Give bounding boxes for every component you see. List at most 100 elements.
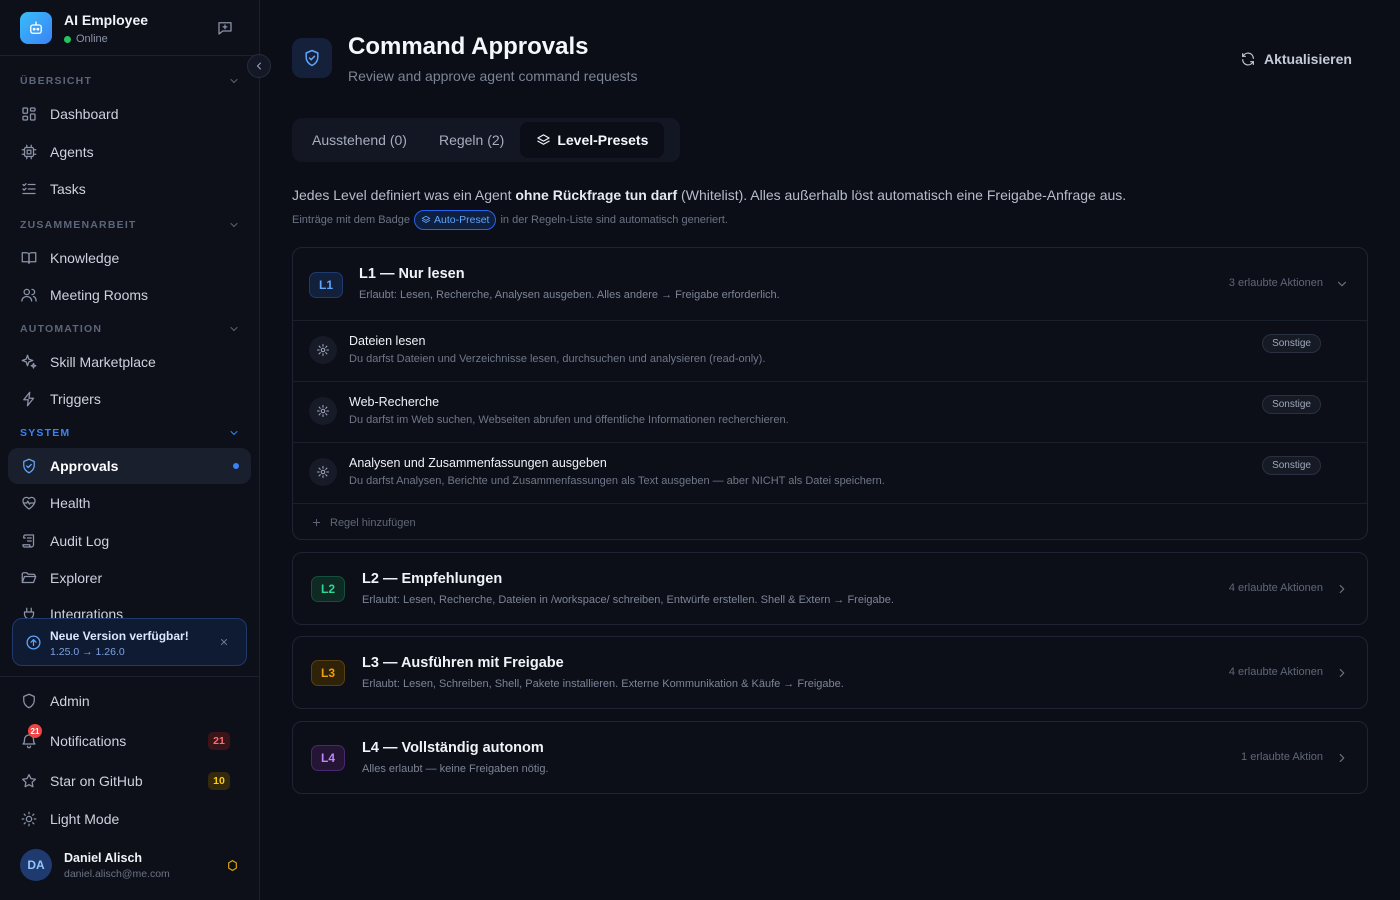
dashboard-icon bbox=[22, 107, 36, 121]
online-dot bbox=[64, 35, 71, 43]
sidebar-item-label: Health bbox=[50, 495, 91, 511]
rule-row[interactable]: Analysen und Zusammenfassungen ausgeben … bbox=[293, 442, 1367, 503]
sidebar-item-label: Meeting Rooms bbox=[50, 287, 149, 303]
book-open-icon bbox=[21, 252, 37, 264]
sidebar-item-explorer[interactable]: Explorer bbox=[8, 560, 251, 596]
rule-row[interactable]: Web-Recherche Du darfst im Web suchen, W… bbox=[293, 381, 1367, 442]
sun-icon bbox=[21, 811, 37, 827]
sidebar-item-approvals[interactable]: Approvals bbox=[8, 448, 251, 484]
chevron-down-icon bbox=[230, 327, 238, 331]
chevron-down-icon bbox=[230, 431, 238, 435]
sidebar-item-label: Tasks bbox=[50, 181, 86, 197]
level-description: Erlaubt: Lesen, Recherche, Analysen ausg… bbox=[359, 289, 780, 301]
theme-toggle[interactable]: Light Mode bbox=[8, 801, 251, 837]
sidebar-item-dashboard[interactable]: Dashboard bbox=[8, 96, 251, 132]
sidebar-item-agents[interactable]: Agents bbox=[8, 134, 251, 170]
level-title: L1 — Nur lesen bbox=[359, 266, 465, 282]
intro-text: Jedes Level definiert was ein Agent ohne… bbox=[292, 187, 1126, 203]
message-plus-icon bbox=[218, 22, 232, 35]
sidebar-item-triggers[interactable]: Triggers bbox=[8, 381, 251, 417]
hint-after: in der Regeln-Liste sind automatisch gen… bbox=[500, 214, 728, 226]
collapse-sidebar-button[interactable] bbox=[247, 54, 271, 78]
level-card-l4[interactable]: L4 L4 — Vollständig autonom Alles erlaub… bbox=[292, 721, 1368, 794]
add-rule-label: Regel hinzufügen bbox=[330, 516, 416, 529]
new-chat-button[interactable] bbox=[216, 19, 234, 37]
auto-preset-hint: Einträge mit dem Badge Auto-Preset in de… bbox=[292, 210, 728, 230]
update-title: Neue Version verfügbar! bbox=[50, 629, 189, 643]
chevron-right-icon bbox=[1339, 584, 1345, 594]
level-card-l1: L1 L1 — Nur lesen Erlaubt: Lesen, Recher… bbox=[292, 247, 1368, 540]
chevron-down-icon bbox=[230, 79, 238, 83]
sidebar-item-audit-log[interactable]: Audit Log bbox=[8, 523, 251, 559]
chevron-down-icon bbox=[1337, 281, 1347, 287]
sidebar-item-notifications[interactable]: 21 Notifications 21 bbox=[8, 723, 251, 759]
rule-title: Dateien lesen bbox=[349, 334, 426, 348]
sidebar-item-label: Star on GitHub bbox=[50, 773, 143, 789]
close-icon[interactable] bbox=[218, 636, 230, 648]
level-header-l2[interactable]: L2 L2 — Empfehlungen Erlaubt: Lesen, Rec… bbox=[293, 553, 1367, 624]
section-overview[interactable]: ÜBERSICHT bbox=[20, 73, 240, 89]
section-automation[interactable]: AUTOMATION bbox=[20, 321, 240, 337]
sidebar-item-tasks[interactable]: Tasks bbox=[8, 171, 251, 207]
status-text: Online bbox=[76, 33, 108, 45]
tab-pending[interactable]: Ausstehend (0) bbox=[296, 122, 423, 158]
chevron-right-icon bbox=[1339, 753, 1345, 763]
sidebar-item-health[interactable]: Health bbox=[8, 485, 251, 521]
sidebar-item-knowledge[interactable]: Knowledge bbox=[8, 240, 251, 276]
sidebar-divider bbox=[0, 676, 259, 677]
update-versions: 1.25.0 → 1.26.0 bbox=[50, 646, 125, 658]
notification-dot-badge: 21 bbox=[28, 724, 42, 738]
app-status: Online bbox=[64, 33, 108, 45]
bot-icon bbox=[20, 12, 52, 44]
sidebar-item-github[interactable]: Star on GitHub 10 bbox=[8, 763, 251, 799]
sidebar-item-label: Light Mode bbox=[50, 811, 120, 827]
rule-category-tag: Sonstige bbox=[1262, 456, 1321, 475]
app-name: AI Employee bbox=[64, 12, 149, 28]
auto-preset-label: Auto-Preset bbox=[434, 214, 490, 226]
section-collab[interactable]: ZUSAMMENARBEIT bbox=[20, 217, 240, 233]
heart-pulse-icon bbox=[22, 496, 36, 510]
refresh-label: Aktualisieren bbox=[1264, 51, 1352, 67]
user-profile[interactable]: DA Daniel Alisch daniel.alisch@me.com bbox=[0, 840, 259, 892]
level-card-l2[interactable]: L2 L2 — Empfehlungen Erlaubt: Lesen, Rec… bbox=[292, 552, 1368, 625]
chevron-left-icon bbox=[257, 62, 261, 70]
gear-icon bbox=[309, 397, 337, 425]
role-shield-icon bbox=[228, 860, 237, 871]
section-automation-label: AUTOMATION bbox=[20, 323, 103, 335]
tab-rules[interactable]: Regeln (2) bbox=[423, 122, 520, 158]
notifications-count-badge: 21 bbox=[208, 732, 230, 750]
level-header-l3[interactable]: L3 L3 — Ausführen mit Freigabe Erlaubt: … bbox=[293, 637, 1367, 708]
level-header-l1[interactable]: L1 L1 — Nur lesen Erlaubt: Lesen, Recher… bbox=[293, 248, 1367, 320]
sidebar-item-label: Notifications bbox=[50, 733, 127, 749]
rule-category-tag: Sonstige bbox=[1262, 395, 1321, 414]
plus-icon bbox=[312, 518, 321, 527]
level-badge: L1 bbox=[309, 272, 343, 298]
rule-description: Du darfst im Web suchen, Webseiten abruf… bbox=[349, 414, 789, 426]
intro-bold: ohne Rückfrage tun darf bbox=[515, 187, 678, 203]
level-action-count: 3 erlaubte Aktionen bbox=[1228, 277, 1323, 289]
refresh-button[interactable]: Aktualisieren bbox=[1240, 48, 1352, 70]
layers-icon bbox=[421, 215, 431, 223]
arrow-up-circle-icon bbox=[26, 635, 41, 650]
sidebar-item-skill-marketplace[interactable]: Skill Marketplace bbox=[8, 344, 251, 380]
level-badge: L3 bbox=[311, 660, 345, 686]
sidebar-item-label: Agents bbox=[50, 144, 94, 160]
section-system[interactable]: SYSTEM bbox=[20, 425, 240, 441]
scroll-text-icon bbox=[22, 534, 35, 548]
level-header-l4[interactable]: L4 L4 — Vollständig autonom Alles erlaub… bbox=[293, 722, 1367, 793]
chevron-down-icon bbox=[230, 223, 238, 227]
tab-level-presets[interactable]: Level-Presets bbox=[520, 122, 665, 158]
add-rule-button[interactable]: Regel hinzufügen bbox=[293, 503, 1367, 539]
rule-category-tag: Sonstige bbox=[1262, 334, 1321, 353]
user-name: Daniel Alisch bbox=[64, 851, 143, 865]
sidebar-item-admin[interactable]: Admin bbox=[8, 683, 251, 719]
avatar: DA bbox=[20, 849, 52, 881]
level-card-l3[interactable]: L3 L3 — Ausführen mit Freigabe Erlaubt: … bbox=[292, 636, 1368, 709]
users-icon bbox=[21, 288, 37, 302]
sidebar-item-meeting-rooms[interactable]: Meeting Rooms bbox=[8, 277, 251, 313]
rule-title: Analysen und Zusammenfassungen ausgeben bbox=[349, 456, 607, 470]
update-banner[interactable]: Neue Version verfügbar! 1.25.0 → 1.26.0 bbox=[12, 618, 247, 666]
rule-row[interactable]: Dateien lesen Du darfst Dateien und Verz… bbox=[293, 320, 1367, 381]
star-icon bbox=[21, 773, 37, 788]
section-overview-label: ÜBERSICHT bbox=[20, 75, 93, 87]
